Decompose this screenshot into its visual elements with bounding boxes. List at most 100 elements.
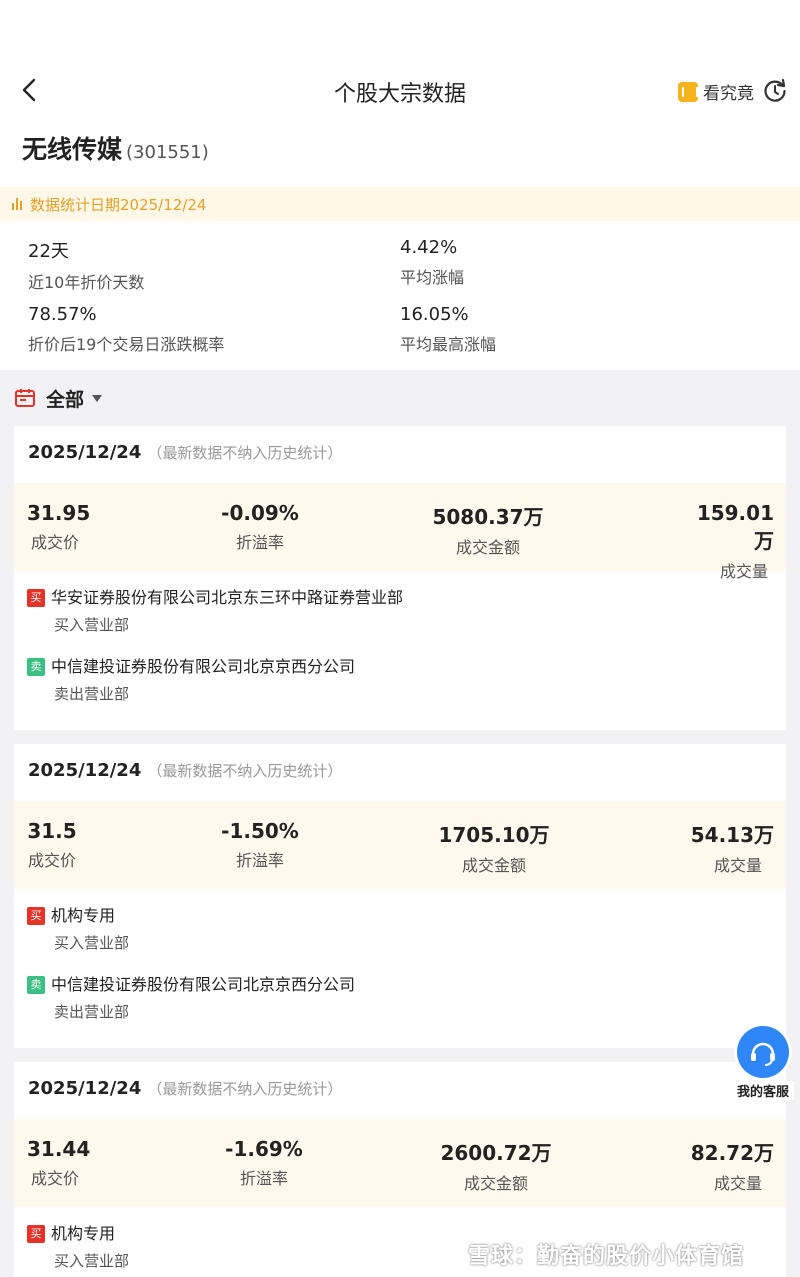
metric-premium: -1.69% 折溢率 [224,1137,304,1189]
metric-value: -0.09% [221,501,299,525]
metric-volume: 159.01万成交量 [678,501,774,582]
stats-date-bar: 数据统计日期2025/12/24 [0,187,800,221]
trade-note: （最新数据不纳入历史统计） [147,762,343,780]
kanjiujing-label: 看究竟 [703,84,754,104]
metric-price: 31.5 成交价 [27,819,77,871]
stats-date: 数据统计日期2025/12/24 [30,195,207,214]
metric-label: 成交量 [713,856,762,875]
seller-role: 卖出营业部 [54,1003,130,1021]
refresh-icon[interactable] [762,78,788,104]
buy-tag: 买 [27,907,45,925]
metric-value: 159.01万 [696,501,774,553]
kanjiujing-logo-icon [678,81,698,102]
trade-card: 2025/12/24 （最新数据不纳入历史统计） 31.95 成交价 -0.09% 折… [14,426,786,730]
stat-avg-max-rise: 16.05% 平均最高涨幅 [400,304,496,355]
metric-premium: -0.09% 折溢率 [220,501,300,553]
metric-label: 成交量 [713,1174,762,1193]
card-header: 2025/12/24 （最新数据不纳入历史统计） [28,760,342,781]
stat-value: 78.57% [28,304,97,325]
stock-code: (301551) [126,142,209,163]
metric-value: 31.95 [27,501,91,525]
metric-price: 31.44 成交价 [27,1137,90,1189]
metric-value: 31.44 [27,1137,91,1161]
trade-date: 2025/12/24 [28,1078,142,1099]
bar-chart-icon [12,198,22,210]
trade-date: 2025/12/24 [28,442,142,463]
trade-metrics: 31.5 成交价 -1.50% 折溢率 1705.10万成交金额 54.13万成交量 [14,801,786,889]
kanjiujing-button[interactable]: 看究竟 [678,79,754,104]
metric-label: 折溢率 [239,1169,288,1188]
metric-price: 31.95 成交价 [27,501,90,553]
buy-tag: 买 [27,1225,45,1243]
sell-tag: 卖 [27,976,45,994]
seller-row: 卖中信建投证券股份有限公司北京京西分公司 卖出营业部 [27,971,355,1022]
metric-label: 成交价 [27,851,76,870]
metric-label: 折溢率 [235,851,284,870]
card-header: 2025/12/24 （最新数据不纳入历史统计） [28,1078,342,1099]
seller-role: 卖出营业部 [54,685,130,703]
buyer-row: 买机构专用买入营业部 [27,1220,129,1271]
metric-value: 82.72万 [690,1141,774,1165]
trade-card: 2025/12/24 （最新数据不纳入历史统计） 31.5 成交价 -1.50% 折溢… [14,744,786,1048]
seller-broker: 中信建投证券股份有限公司北京京西分公司 [51,657,356,676]
seller-broker: 中信建投证券股份有限公司北京京西分公司 [51,975,356,994]
buyer-row: 买机构专用买入营业部 [27,902,129,953]
metric-label: 成交价 [31,533,80,552]
stat-rise-probability: 78.57% 折价后19个交易日涨跌概率 [28,304,224,355]
stat-label: 平均最高涨幅 [400,335,497,354]
stock-name: 无线传媒 [22,135,123,164]
buyer-role: 买入营业部 [54,616,130,634]
metric-label: 折溢率 [235,533,284,552]
filter-label: 全部 [46,388,85,411]
customer-service-label: 我的客服 [732,1081,794,1100]
metric-value: -1.69% [225,1137,303,1161]
stat-label: 折价后19个交易日涨跌概率 [28,335,225,354]
headset-icon [737,1026,789,1078]
stat-value: 4.42% [400,237,458,258]
watermark: 雪球：勤奋的股价小体育馆 [468,1244,745,1269]
customer-service-button[interactable]: 我的客服 [732,1026,794,1100]
buyer-broker: 华安证券股份有限公司北京东三环中路证券营业部 [51,588,404,607]
metric-amount: 1705.10万成交金额 [436,819,552,876]
metric-value: -1.50% [221,819,299,843]
seller-row: 卖中信建投证券股份有限公司北京京西分公司 卖出营业部 [27,653,355,704]
stat-value: 16.05% [400,304,469,325]
trade-note: （最新数据不纳入历史统计） [147,1080,343,1098]
stat-discount-days: 22天 近10年折价天数 [28,237,144,293]
stat-label: 近10年折价天数 [28,273,145,292]
metric-value: 54.13万 [690,823,774,847]
trade-metrics: 31.44 成交价 -1.69% 折溢率 2600.72万成交金额 82.72万成交… [14,1119,786,1207]
buyer-role: 买入营业部 [54,934,130,952]
metric-value: 2600.72万 [440,1141,552,1165]
metric-value: 31.5 [27,819,77,843]
stat-label: 平均涨幅 [400,268,465,287]
buyer-broker: 机构专用 [51,1224,116,1243]
buyer-role: 买入营业部 [54,1252,130,1270]
card-header: 2025/12/24 （最新数据不纳入历史统计） [28,442,342,463]
trade-date: 2025/12/24 [28,760,142,781]
top-bar: 个股大宗数据 看究竟 [0,0,800,130]
stat-value: 22天 [28,241,69,262]
calendar-icon [15,389,35,407]
metric-value: 1705.10万 [438,823,550,847]
metric-volume: 54.13万成交量 [678,819,774,876]
buyer-broker: 机构专用 [51,906,116,925]
stock-header: 无线传媒 (301551) [0,130,800,188]
buy-tag: 买 [27,589,45,607]
metric-label: 成交价 [31,1169,80,1188]
metric-label: 成交金额 [463,1174,528,1193]
trade-metrics: 31.95 成交价 -0.09% 折溢率 5080.37万 成交金额 159.01万成… [14,483,786,581]
metric-label: 成交量 [719,562,768,581]
metric-value: 5080.37万 [432,505,544,529]
metric-premium: -1.50% 折溢率 [220,819,300,871]
trade-note: （最新数据不纳入历史统计） [147,444,343,462]
stat-avg-rise: 4.42% 平均涨幅 [400,237,464,288]
buyer-row: 买华安证券股份有限公司北京东三环中路证券营业部 买入营业部 [27,584,403,635]
metric-volume: 82.72万成交量 [678,1137,774,1194]
metric-amount: 5080.37万 成交金额 [430,501,546,558]
summary-panel: 22天 近10年折价天数 4.42% 平均涨幅 78.57% 折价后19个交易日… [0,221,800,370]
filter-dropdown[interactable]: 全部 [0,370,800,426]
metric-label: 成交金额 [461,856,526,875]
caret-down-icon [92,394,103,402]
sell-tag: 卖 [27,658,45,676]
